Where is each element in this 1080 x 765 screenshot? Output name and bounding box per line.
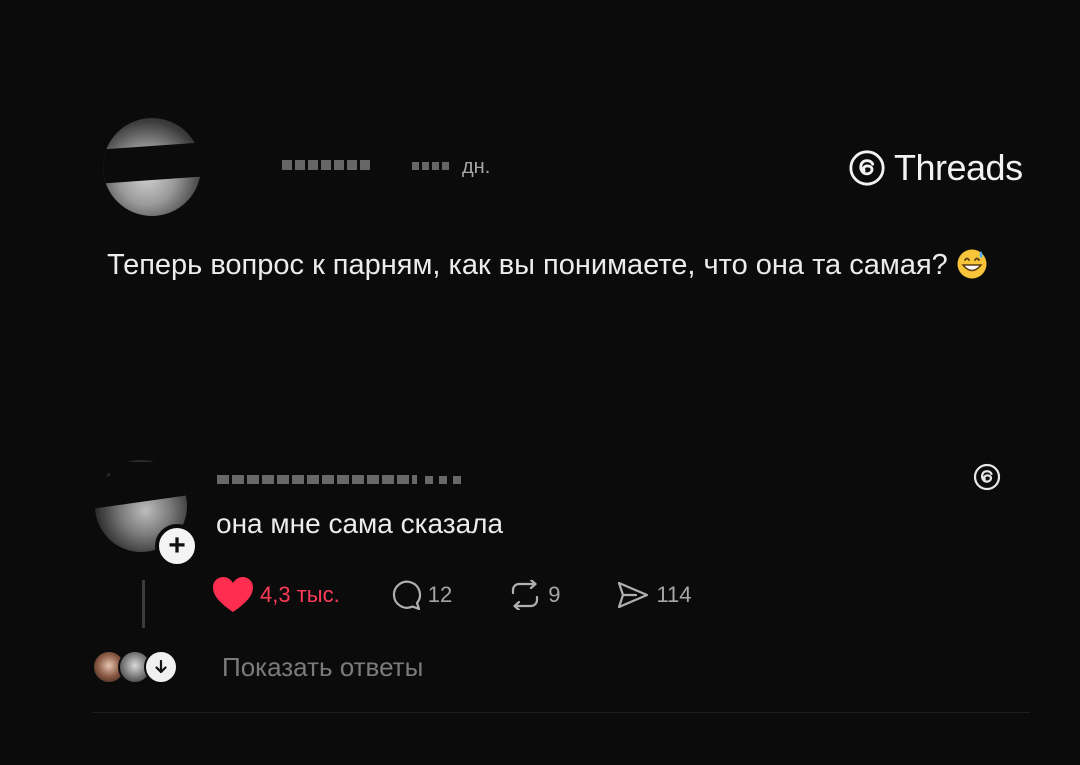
divider — [92, 712, 1030, 713]
thread-line — [142, 580, 145, 628]
share-icon — [618, 581, 649, 609]
reply-text: она мне сама сказала — [216, 508, 504, 539]
redaction-mark — [103, 142, 201, 184]
show-replies-link[interactable]: Показать ответы — [222, 652, 423, 683]
repost-count: 9 — [548, 582, 561, 607]
arrow-down-icon — [155, 659, 167, 674]
like-button[interactable]: 4,3 тыс. — [212, 576, 340, 614]
comment-button[interactable]: 12 — [390, 579, 452, 611]
comment-count: 12 — [427, 582, 453, 607]
reply-author-username-redacted[interactable] — [217, 475, 417, 484]
reply-actions: 4,3 тыс. 12 9 114 — [212, 576, 692, 614]
threads-logo-icon[interactable] — [972, 462, 1002, 492]
heart-icon — [213, 577, 253, 612]
threads-brand-label: Threads — [894, 147, 1023, 188]
comment-icon — [392, 580, 421, 611]
redaction-mark — [110, 462, 170, 482]
like-count: 4,3 тыс. — [260, 582, 340, 607]
post-text: Теперь вопрос к парням, как вы понимаете… — [107, 249, 948, 281]
expand-replies-button[interactable] — [144, 650, 178, 684]
share-button[interactable]: 114 — [616, 580, 692, 610]
threads-brand: Threads — [848, 147, 1023, 189]
post-author-username-redacted[interactable] — [282, 160, 372, 170]
show-replies-row[interactable]: Показать ответы — [92, 650, 423, 684]
post-body: Теперь вопрос к парням, как вы понимаете… — [107, 242, 1037, 288]
reply-time-redacted — [425, 476, 465, 484]
follow-button[interactable]: + — [155, 524, 199, 568]
share-count: 114 — [656, 582, 692, 607]
repost-icon — [512, 580, 539, 610]
repost-button[interactable]: 9 — [508, 580, 560, 610]
post-author-avatar[interactable] — [103, 118, 201, 216]
post-time: дн. — [462, 156, 491, 178]
grinning-sweat-emoji — [957, 249, 987, 279]
redaction-mark — [200, 150, 278, 180]
plus-icon: + — [168, 529, 186, 562]
threads-logo-icon — [849, 150, 885, 186]
post-time-redacted — [412, 162, 452, 170]
